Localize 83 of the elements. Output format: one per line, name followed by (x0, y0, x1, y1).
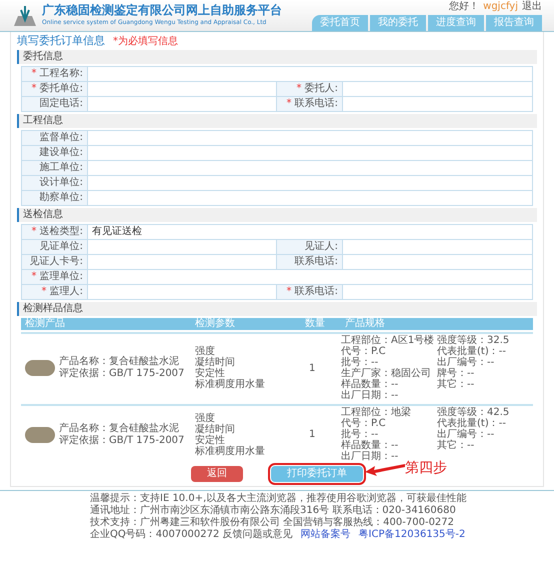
field-label: 联系电话: (277, 255, 343, 269)
spec-line: 出厂日期：-- (341, 390, 400, 401)
spec-line: 批号：-- (341, 357, 378, 368)
spec-line: 其它：-- (437, 379, 476, 390)
column-header: 产品规格 (344, 318, 386, 330)
photo-placeholder (25, 426, 55, 442)
footer-text: 技术支持：广州粤建三和软件股份有限公司 全国营销与客服热线：400-700-0272 (90, 517, 454, 528)
test-parameter: 强度 (195, 412, 216, 424)
footer-text: 通讯地址：广州市南沙区东涌镇市南公路东涌段316号 联系电话：020-34160680 (90, 505, 456, 516)
spec-line: 代号：P.C (341, 418, 387, 429)
spec-line: 牌号：-- (437, 368, 476, 379)
field-label: * 工程名称: (22, 67, 88, 81)
footer-text: 企业QQ号码：4007000272 反馈问题或意见 (90, 529, 293, 541)
footer-link[interactable]: 网站备案号 (300, 529, 351, 541)
spec-line: 强度等级：42.5 (437, 407, 510, 418)
test-parameter: 标准稠度用水量 (195, 379, 266, 390)
section-header: 送检信息 (17, 208, 537, 222)
field-label: 设计单位: (22, 176, 88, 190)
section-header: 工程信息 (17, 114, 537, 128)
test-parameter: 安定性 (195, 434, 226, 446)
field-label: 见证单位: (22, 240, 88, 254)
field-label: 监督单位: (22, 131, 88, 145)
step-annotation: 第四步 (405, 459, 447, 478)
spec-line: 代号：P.C (341, 346, 387, 357)
field-label: 勘察单位: (22, 191, 88, 205)
field-label: * 委托人: (277, 82, 343, 96)
field-label: 见证人卡号: (22, 255, 88, 269)
spec-line: 批号：-- (341, 429, 380, 440)
field-label: 施工单位: (22, 161, 88, 175)
product-name: 产品名称：复合硅酸盐水泥 (59, 356, 180, 368)
spec-line: 出厂编号：-- (437, 429, 496, 440)
print-button[interactable]: 打印委托订单 (271, 466, 363, 482)
site-title: 广东稳固检测鉴定有限公司网上自助服务平台 (42, 2, 282, 18)
nav-tab[interactable]: 进度查询 (428, 15, 484, 31)
test-parameter: 标准稠度用水量 (195, 446, 266, 456)
spec-line: 出厂日期：-- (341, 451, 400, 462)
quantity-cell-text: 1 (308, 428, 316, 442)
required-note: *为必填写信息 (113, 36, 178, 48)
spec-line: 出厂编号：-- (437, 357, 496, 368)
quantity-cell-text: 1 (308, 362, 316, 376)
footer-text: 温馨提示：支持IE 10.0+,以及各大主流浏览器，推荐使用谷歌浏览器，可获最佳性能 (90, 493, 466, 504)
spec-line: 代表批量(t)：-- (437, 346, 507, 357)
nav-tab[interactable]: 我的委托 (370, 15, 426, 31)
product-standard: 评定依据：GB/T 175-2007 (59, 368, 184, 380)
test-parameter: 凝结时间 (195, 424, 236, 434)
greeting-text: 您好！ (449, 0, 480, 14)
logout-link[interactable]: 退出 (522, 0, 542, 14)
field-label: 固定电话: (22, 97, 88, 111)
test-parameter: 强度 (195, 346, 215, 357)
field-label: * 监理单位: (22, 270, 88, 284)
product-standard: 评定依据：GB/T 175-2007 (59, 434, 184, 446)
column-header: 数量 (304, 318, 326, 330)
field-label: 见证人: (277, 240, 343, 254)
section-header: 检测样品信息 (17, 302, 537, 316)
field-label: * 委托单位: (22, 82, 88, 96)
username-link[interactable]: wgjcfyj (483, 0, 518, 14)
spec-line: 工程部位：地梁 (341, 407, 412, 418)
field-label: 建设单位: (22, 146, 88, 160)
spec-line: 生产厂家：稳固公司 (341, 368, 432, 379)
section-header: 委托信息 (17, 50, 537, 64)
arrow-icon (365, 462, 405, 476)
spec-line: 样品数量：-- (341, 379, 400, 390)
test-parameter: 凝结时间 (195, 357, 236, 368)
back-button[interactable]: 返回 (191, 466, 243, 482)
column-header: 检测产品 (24, 318, 66, 330)
nav-tab[interactable]: 委托首页 (312, 15, 368, 31)
field-label: * 监理人: (22, 285, 88, 299)
photo-placeholder (25, 360, 55, 376)
field-label: * 联系电话: (277, 97, 343, 111)
nav-tab[interactable]: 报告查询 (486, 15, 542, 31)
spec-line: 其它：-- (437, 440, 476, 451)
page-title: 填写委托订单信息 (17, 34, 105, 48)
spec-line: 工程部位：A区1号楼 (341, 335, 436, 346)
test-parameter: 安定性 (195, 368, 226, 379)
spec-line: 样品数量：-- (341, 440, 400, 451)
spec-line: 代表批量(t)：-- (437, 418, 507, 429)
product-name: 产品名称：复合硅酸盐水泥 (59, 422, 180, 434)
footer-link[interactable]: 粤ICP备12036135号-2 (358, 529, 466, 541)
column-header: 检测参数 (194, 318, 236, 330)
field-label: * 送检类型: (22, 225, 88, 239)
field-label: * 联系电话: (277, 285, 343, 299)
spec-line: 强度等级：32.5 (437, 335, 510, 346)
logo-icon (12, 4, 38, 28)
